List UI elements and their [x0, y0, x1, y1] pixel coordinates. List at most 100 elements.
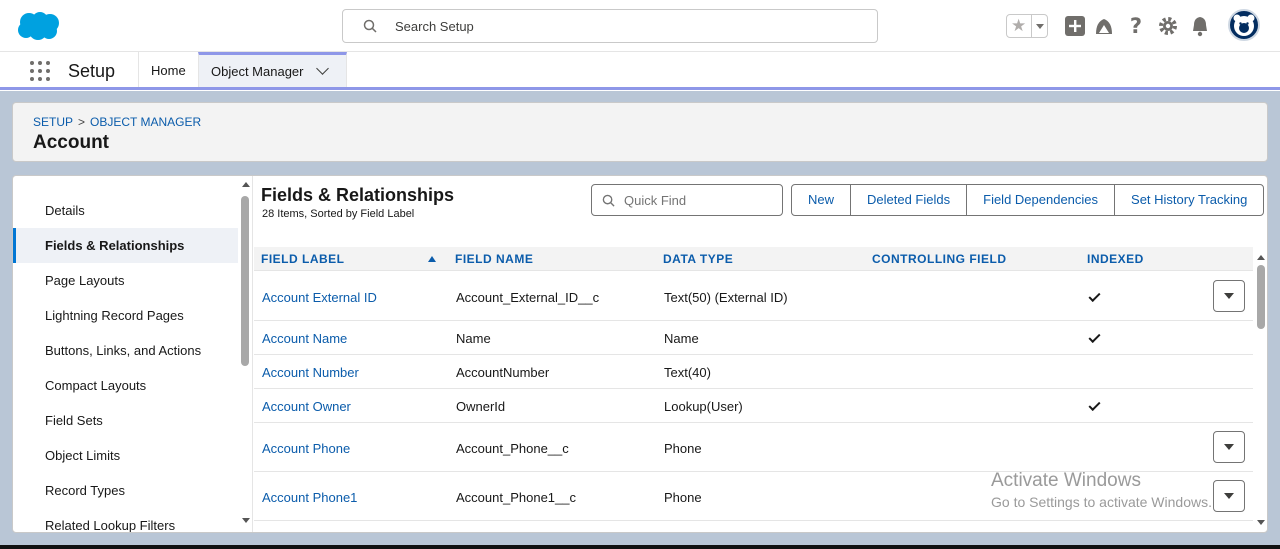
table-row: Account Number AccountNumber Text(40)	[254, 355, 1253, 389]
tab-object-manager[interactable]: Object Manager	[198, 52, 347, 87]
column-header-field-label[interactable]: FIELD LABEL	[261, 252, 345, 266]
breadcrumb-object-manager[interactable]: OBJECT MANAGER	[90, 115, 201, 129]
new-button[interactable]: New	[791, 184, 852, 216]
favorites-group: ★	[1006, 14, 1048, 38]
help-icon[interactable]: ?	[1125, 14, 1147, 38]
sidebar-scrollbar[interactable]	[239, 176, 253, 532]
quick-find-placeholder: Quick Find	[624, 193, 687, 208]
breadcrumb-separator: >	[78, 115, 86, 129]
app-launcher-icon[interactable]	[30, 61, 50, 81]
sidebar-item-label: Related Lookup Filters	[45, 518, 176, 533]
sidebar-item-record-types[interactable]: Record Types	[13, 473, 238, 508]
global-add-icon[interactable]	[1064, 14, 1086, 38]
scrollbar-thumb[interactable]	[241, 196, 249, 366]
field-label-link[interactable]: Account Phone	[262, 441, 350, 456]
notifications-bell-icon[interactable]	[1189, 14, 1211, 38]
sidebar-item-label: Compact Layouts	[45, 378, 147, 393]
object-page-header: SETUP > OBJECT MANAGER Account	[12, 102, 1268, 162]
row-actions-dropdown-icon[interactable]	[1213, 280, 1245, 312]
salesforce-logo[interactable]	[16, 11, 60, 41]
sidebar-item-label: Details	[45, 203, 85, 218]
table-row: Account Name Name Name	[254, 321, 1253, 355]
sidebar-item-fields-relationships[interactable]: Fields & Relationships	[13, 228, 238, 263]
breadcrumb: SETUP > OBJECT MANAGER	[33, 115, 201, 129]
favorites-star-icon[interactable]: ★	[1011, 16, 1026, 36]
field-label-link[interactable]: Account Name	[262, 331, 347, 346]
tab-home[interactable]: Home	[138, 52, 199, 87]
table-scrollbar[interactable]	[1254, 247, 1267, 532]
svg-text:?: ?	[1130, 14, 1142, 38]
table-row: Account External ID Account_External_ID_…	[254, 272, 1253, 321]
field-label-link[interactable]: Account Phone1	[262, 490, 357, 505]
field-data-type: Text(50) (External ID)	[664, 290, 788, 305]
column-header-data-type[interactable]: DATA TYPE	[663, 252, 733, 266]
field-api-name: OwnerId	[456, 399, 506, 414]
sidebar-item-label: Page Layouts	[45, 273, 125, 288]
scroll-down-arrow-icon[interactable]	[1257, 520, 1265, 525]
page-title: Account	[33, 132, 109, 153]
setup-gear-icon[interactable]	[1157, 14, 1179, 38]
search-placeholder: Search Setup	[395, 19, 474, 34]
sidebar-item-label: Object Limits	[45, 448, 121, 463]
action-button-group: New Deleted Fields Field Dependencies Se…	[791, 184, 1265, 216]
row-actions-dropdown-icon[interactable]	[1213, 480, 1245, 512]
field-dependencies-button[interactable]: Field Dependencies	[966, 184, 1116, 216]
sidebar-item-label: Buttons, Links, and Actions	[45, 343, 202, 358]
indexed-check-icon	[1088, 330, 1101, 344]
indexed-check-icon	[1088, 398, 1101, 412]
sidebar-item-related-lookup-filters[interactable]: Related Lookup Filters	[13, 508, 238, 533]
watermark-subtitle: Go to Settings to activate Windows.	[991, 494, 1212, 510]
sidebar-item-label: Lightning Record Pages	[45, 308, 184, 323]
sidebar-item-label: Field Sets	[45, 413, 103, 428]
sidebar-item-compact-layouts[interactable]: Compact Layouts	[13, 368, 238, 403]
breadcrumb-setup[interactable]: SETUP	[33, 115, 73, 129]
search-icon	[602, 194, 615, 207]
search-setup-input[interactable]: Search Setup	[342, 9, 878, 43]
field-label-link[interactable]: Account Number	[262, 365, 359, 380]
sidebar-item-buttons-links-actions[interactable]: Buttons, Links, and Actions	[13, 333, 238, 368]
column-header-controlling-field[interactable]: CONTROLLING FIELD	[872, 252, 1007, 266]
field-api-name: Account_Phone__c	[456, 441, 569, 456]
favorites-dropdown-icon[interactable]	[1031, 15, 1048, 37]
field-api-name: AccountNumber	[456, 365, 550, 380]
tab-home-label: Home	[151, 63, 186, 78]
column-header-indexed[interactable]: INDEXED	[1087, 252, 1144, 266]
sidebar-item-label: Fields & Relationships	[45, 238, 185, 253]
row-actions-dropdown-icon[interactable]	[1213, 431, 1245, 463]
object-sidebar: Details Fields & Relationships Page Layo…	[13, 176, 253, 533]
deleted-fields-button[interactable]: Deleted Fields	[850, 184, 968, 216]
field-data-type: Text(40)	[664, 365, 711, 380]
global-header: Search Setup ★ ?	[0, 0, 1280, 52]
scrollbar-thumb[interactable]	[1257, 265, 1265, 329]
taskbar-edge	[0, 545, 1280, 549]
sort-ascending-icon[interactable]	[428, 256, 436, 262]
table-row: Account Phone Account_Phone__c Phone	[254, 423, 1253, 472]
trailhead-icon[interactable]	[1093, 14, 1115, 38]
column-header-field-name[interactable]: FIELD NAME	[455, 252, 533, 266]
field-data-type: Name	[664, 331, 699, 346]
quick-find-input[interactable]: Quick Find	[591, 184, 783, 216]
scroll-up-arrow-icon[interactable]	[242, 182, 250, 187]
app-navigation-bar: Setup Home Object Manager	[0, 52, 1280, 90]
indexed-check-icon	[1088, 289, 1101, 303]
set-history-tracking-button[interactable]: Set History Tracking	[1114, 184, 1265, 216]
scroll-down-arrow-icon[interactable]	[242, 518, 250, 523]
sidebar-item-page-layouts[interactable]: Page Layouts	[13, 263, 238, 298]
windows-activation-watermark: Activate Windows Go to Settings to activ…	[991, 470, 1212, 510]
field-label-link[interactable]: Account Owner	[262, 399, 351, 414]
field-api-name: Name	[456, 331, 491, 346]
sidebar-item-lightning-record-pages[interactable]: Lightning Record Pages	[13, 298, 238, 333]
table-header: FIELD LABEL FIELD NAME DATA TYPE CONTROL…	[254, 247, 1253, 271]
chevron-down-icon[interactable]	[315, 62, 329, 75]
field-label-link[interactable]: Account External ID	[262, 290, 377, 305]
table-row: Account Owner OwnerId Lookup(User)	[254, 389, 1253, 423]
sidebar-item-field-sets[interactable]: Field Sets	[13, 403, 238, 438]
sidebar-item-details[interactable]: Details	[13, 193, 238, 228]
field-data-type: Lookup(User)	[664, 399, 743, 414]
section-title: Fields & Relationships	[261, 185, 455, 205]
user-avatar[interactable]	[1228, 9, 1260, 41]
tab-object-manager-label: Object Manager	[211, 64, 304, 79]
item-count-label: 28 Items, Sorted by Field Label	[262, 208, 415, 220]
scroll-up-arrow-icon[interactable]	[1257, 255, 1265, 260]
sidebar-item-object-limits[interactable]: Object Limits	[13, 438, 238, 473]
